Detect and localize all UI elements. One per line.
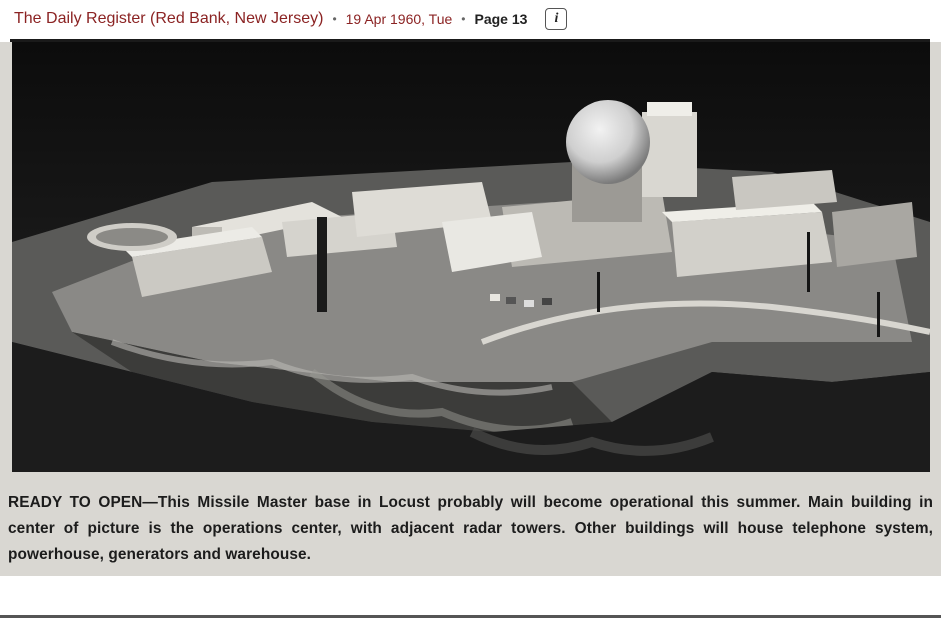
caption-dash: —	[142, 494, 158, 511]
separator-dot: •	[461, 12, 466, 26]
photo-caption: READY TO OPEN—This Missile Master base i…	[8, 490, 933, 568]
caption-lead: READY TO OPEN	[8, 494, 143, 511]
info-icon[interactable]: i	[545, 8, 568, 30]
newspaper-clipping: READY TO OPEN—This Missile Master base i…	[0, 42, 941, 618]
clipping-header: The Daily Register (Red Bank, New Jersey…	[0, 0, 941, 38]
aerial-photo-drawing	[12, 42, 930, 472]
publication-title[interactable]: The Daily Register (Red Bank, New Jersey…	[14, 10, 323, 28]
publication-date[interactable]: 19 Apr 1960, Tue	[346, 11, 453, 27]
aerial-photo	[12, 42, 930, 472]
page-number: Page 13	[474, 11, 528, 27]
separator-dot: •	[332, 12, 337, 26]
